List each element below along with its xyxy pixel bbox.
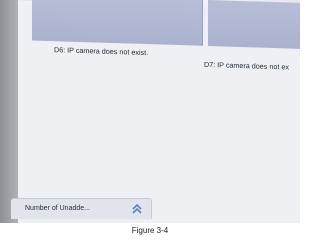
camera-grid-screen: D6: IP camera does not exist. D7: IP cam… <box>18 0 300 223</box>
camera-status-d6: D6: IP camera does not exist. <box>54 45 149 58</box>
photo-frame: D6: IP camera does not exist. D7: IP cam… <box>0 0 300 223</box>
camera-tile-d7[interactable] <box>208 0 300 50</box>
camera-tile-d6[interactable] <box>32 0 203 46</box>
figure-caption: Figure 3-4 <box>131 226 169 235</box>
unadded-devices-label: Number of Unadde... <box>25 205 90 212</box>
camera-status-d7: D7: IP camera does not ex <box>204 59 289 72</box>
double-chevron-up-icon[interactable] <box>132 203 142 215</box>
